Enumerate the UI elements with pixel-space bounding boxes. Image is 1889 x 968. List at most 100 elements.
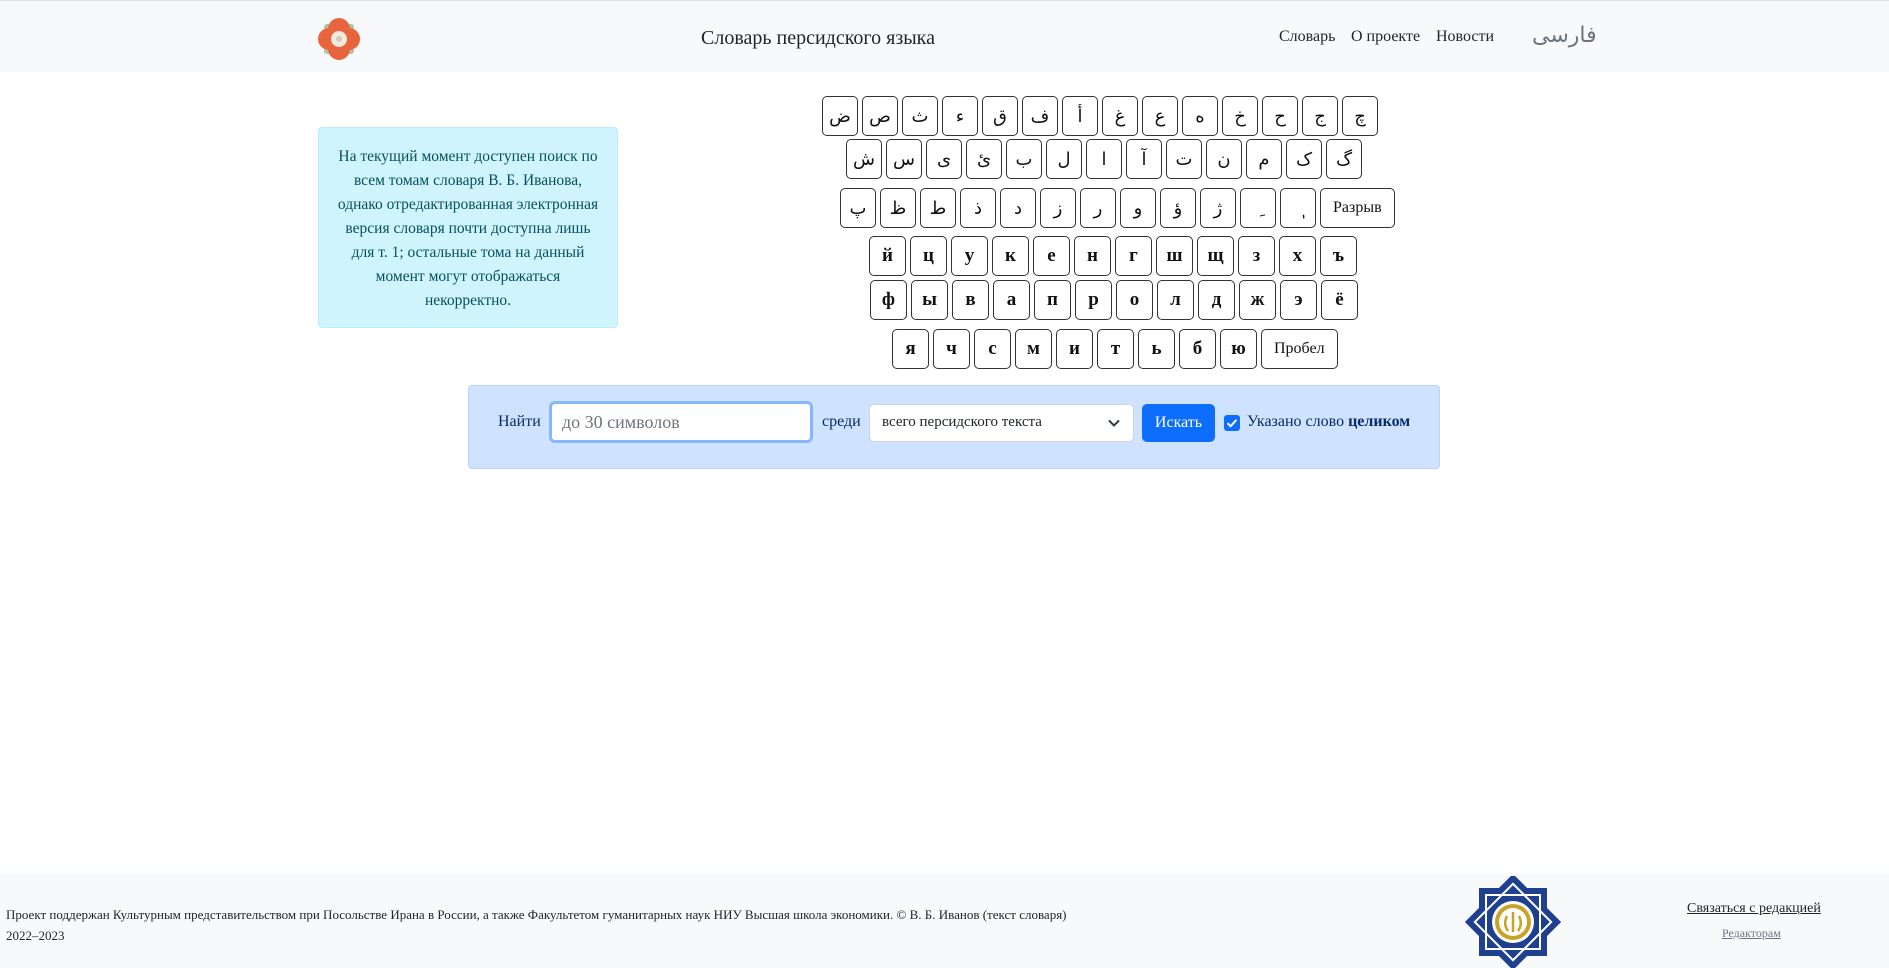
persian-letter-key[interactable]: ز [1040,188,1076,228]
persian-letter-key[interactable]: گ [1326,139,1362,179]
persian-letter-key[interactable]: ع [1142,96,1178,136]
footer-credits: Проект поддержан Культурным представител… [6,904,1067,946]
persian-letter-key[interactable]: ب [1006,139,1042,179]
persian-letter-key[interactable]: خ [1222,96,1258,136]
persian-letter-key[interactable]: ا [1086,139,1122,179]
cyrillic-letter-key[interactable]: т [1097,329,1134,369]
persian-letter-key[interactable]: آ [1126,139,1162,179]
persian-letter-key[interactable]: ص [862,96,898,136]
cyrillic-letter-key[interactable]: е [1033,236,1070,276]
keyboard-row-3: پظطذدزروؤژِٖРазрыв [840,188,1395,228]
persian-letter-key[interactable]: ق [982,96,1018,136]
nav-dictionary-link[interactable]: Словарь [1279,28,1335,46]
search-button[interactable]: Искать [1142,404,1215,442]
cyrillic-letter-key[interactable]: а [993,280,1030,320]
cyrillic-letter-key[interactable]: ь [1138,329,1175,369]
cyrillic-letter-key[interactable]: э [1280,280,1317,320]
persian-letter-key[interactable]: غ [1102,96,1138,136]
flower-logo-icon[interactable] [312,13,366,65]
cyrillic-letter-key[interactable]: л [1157,280,1194,320]
persian-letter-key[interactable]: ن [1206,139,1242,179]
cyrillic-letter-key[interactable]: ы [911,280,948,320]
cyrillic-letter-key[interactable]: н [1074,236,1111,276]
persian-letter-key[interactable]: ذ [960,188,996,228]
cyrillic-letter-key[interactable]: д [1198,280,1235,320]
cyrillic-letter-key[interactable]: с [974,329,1011,369]
cyrillic-letter-key[interactable]: у [951,236,988,276]
persian-letter-key[interactable]: و [1120,188,1156,228]
persian-letter-key[interactable]: چ [1342,96,1378,136]
cyrillic-letter-key[interactable]: з [1238,236,1275,276]
keyboard-row-2: شسیئبلاآتنمکگ [846,139,1362,179]
whole-word-label: Указано слово целиком [1247,413,1410,431]
search-panel: Найти среди всего персидского текста Иск… [468,385,1440,469]
cyrillic-letter-key[interactable]: щ [1197,236,1234,276]
cyrillic-letter-key[interactable]: й [869,236,906,276]
cyrillic-letter-key[interactable]: ю [1220,329,1257,369]
persian-letter-key[interactable]: أ [1062,96,1098,136]
persian-letter-key[interactable]: ئ [966,139,1002,179]
persian-letter-key[interactable]: ه [1182,96,1218,136]
persian-letter-key[interactable]: پ [840,188,876,228]
persian-letter-key[interactable]: ژ [1200,188,1236,228]
persian-letter-key[interactable]: ٖ [1280,188,1316,228]
cyrillic-letter-key[interactable]: г [1115,236,1152,276]
site-footer: Проект поддержан Культурным представител… [0,874,1889,968]
persian-letter-key[interactable]: ِ [1240,188,1276,228]
persian-letter-key[interactable]: ء [942,96,978,136]
for-editors-link[interactable]: Редакторам [1722,926,1781,941]
persian-letter-key[interactable]: ث [902,96,938,136]
persian-letter-key[interactable]: ت [1166,139,1202,179]
persian-letter-key[interactable]: ر [1080,188,1116,228]
persian-letter-key[interactable]: ظ [880,188,916,228]
cyrillic-letter-key[interactable]: б [1179,329,1216,369]
cyrillic-letter-key[interactable]: ч [933,329,970,369]
break-key[interactable]: Разрыв [1320,188,1395,228]
space-key[interactable]: Пробел [1261,329,1338,369]
keyboard-row-6: я ч с м и т ь б ю Пробел [892,329,1338,369]
cyrillic-letter-key[interactable]: ф [870,280,907,320]
search-scope-select[interactable]: всего персидского текста [869,404,1134,442]
whole-word-label-bold: целиком [1348,413,1411,430]
cyrillic-letter-key[interactable]: я [892,329,929,369]
cyrillic-letter-key[interactable]: р [1075,280,1112,320]
persian-letter-key[interactable]: س [886,139,922,179]
nav-news-link[interactable]: Новости [1436,28,1494,46]
keyboard-row-4: йцукенгшщзхъ [869,236,1357,276]
cyrillic-letter-key[interactable]: о [1116,280,1153,320]
cyrillic-letter-key[interactable]: ш [1156,236,1193,276]
footer-credits-line2: 2022–2023 [6,928,65,943]
persian-letter-key[interactable]: ط [920,188,956,228]
find-label: Найти [498,413,541,430]
info-alert: На текущий момент доступен поиск по всем… [318,127,618,328]
cyrillic-letter-key[interactable]: к [992,236,1029,276]
cyrillic-letter-key[interactable]: и [1056,329,1093,369]
persian-letter-key[interactable]: ک [1286,139,1322,179]
persian-language-link[interactable]: فارسی [1532,23,1597,48]
persian-letter-key[interactable]: د [1000,188,1036,228]
whole-word-checkbox[interactable] [1224,415,1240,431]
persian-letter-key[interactable]: م [1246,139,1282,179]
cyrillic-letter-key[interactable]: в [952,280,989,320]
persian-letter-key[interactable]: ؤ [1160,188,1196,228]
cyrillic-letter-key[interactable]: ц [910,236,947,276]
among-label: среди [822,413,861,430]
contact-editors-link[interactable]: Связаться с редакцией [1687,901,1821,917]
persian-letter-key[interactable]: ج [1302,96,1338,136]
persian-letter-key[interactable]: ی [926,139,962,179]
cyrillic-letter-key[interactable]: х [1279,236,1316,276]
persian-letter-key[interactable]: ش [846,139,882,179]
cyrillic-letter-key[interactable]: ж [1239,280,1276,320]
cyrillic-letter-key[interactable]: м [1015,329,1052,369]
site-title: Словарь персидского языка [701,27,935,49]
persian-letter-key[interactable]: ل [1046,139,1082,179]
persian-letter-key[interactable]: ض [822,96,858,136]
cyrillic-letter-key[interactable]: ё [1321,280,1358,320]
search-input[interactable] [549,401,813,443]
cyrillic-letter-key[interactable]: п [1034,280,1071,320]
nav-about-link[interactable]: О проекте [1351,28,1420,46]
persian-letter-key[interactable]: ح [1262,96,1298,136]
cyrillic-letter-key[interactable]: ъ [1320,236,1357,276]
checkmark-icon [1226,419,1238,428]
persian-letter-key[interactable]: ف [1022,96,1058,136]
